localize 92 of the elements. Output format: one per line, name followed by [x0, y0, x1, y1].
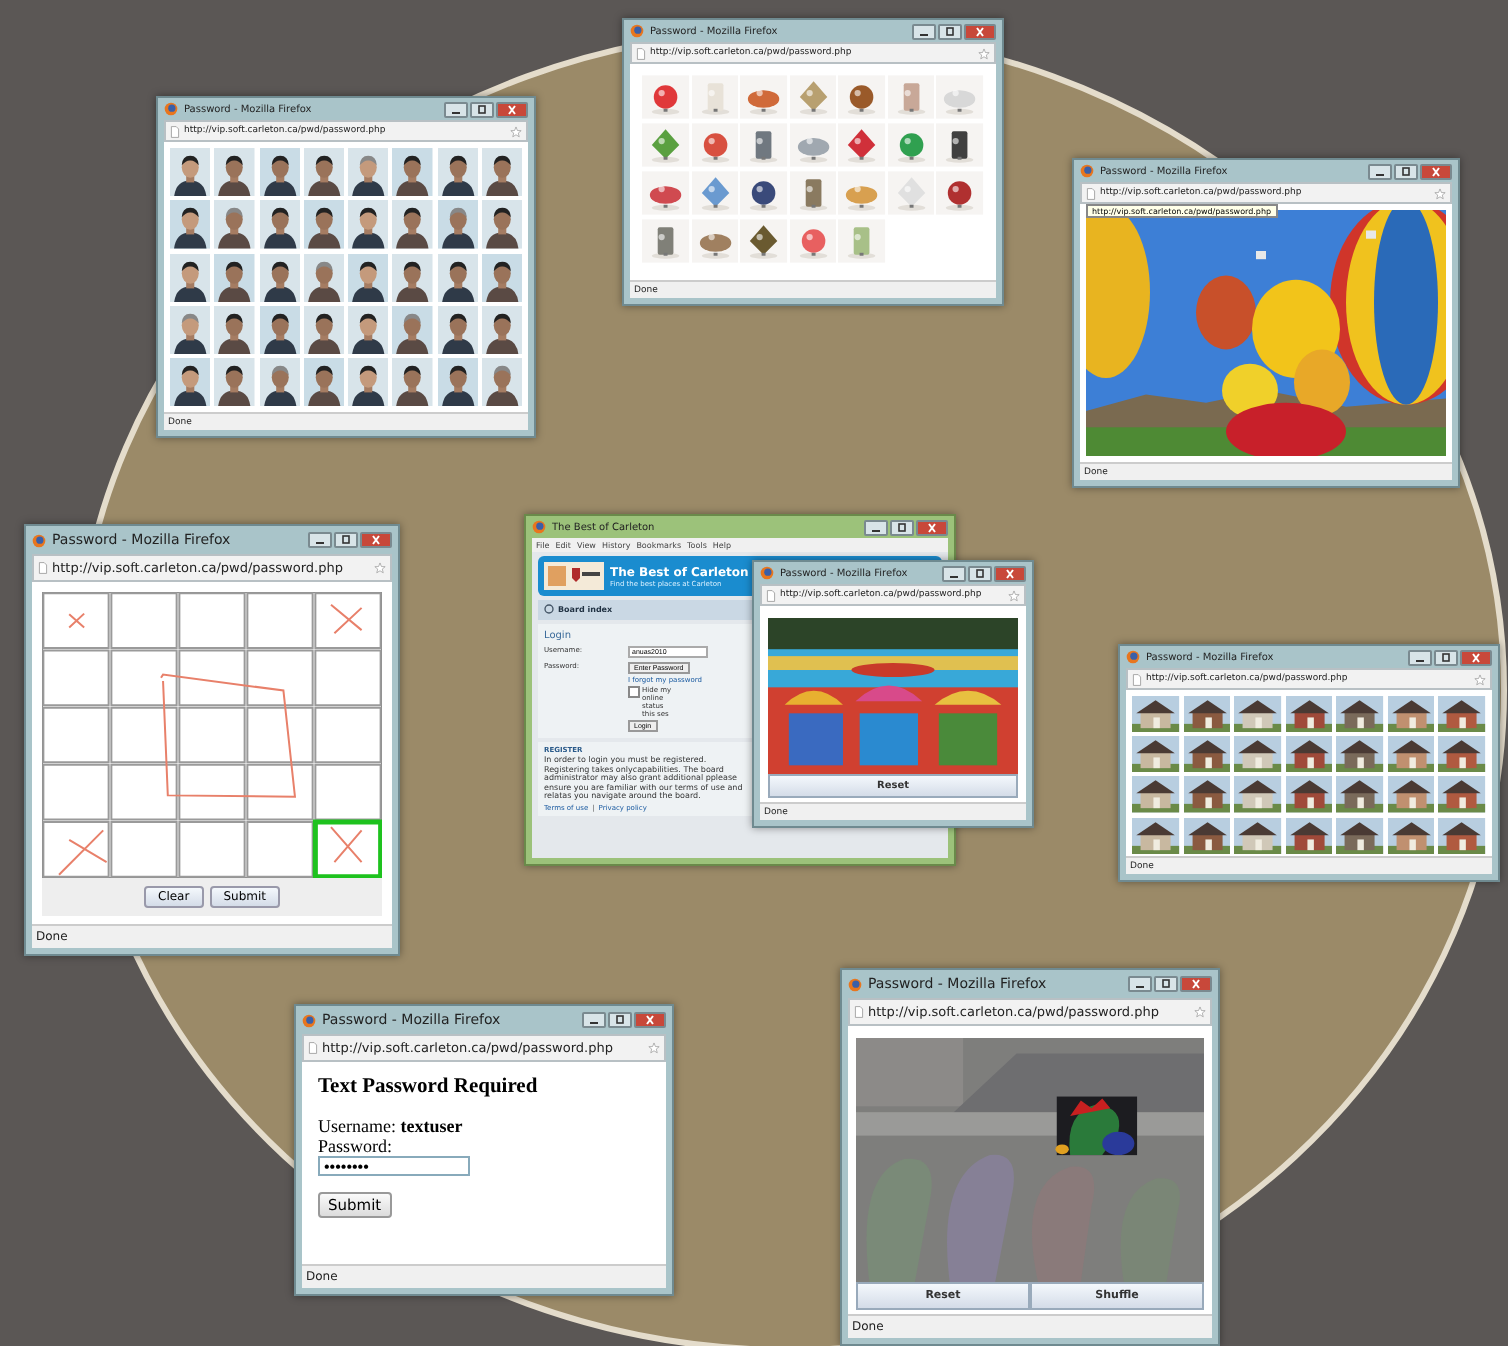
star-icon[interactable]: [1474, 673, 1486, 685]
star-icon[interactable]: [510, 125, 522, 137]
maximize-icon: [336, 534, 356, 546]
grid-cell[interactable]: [178, 649, 246, 707]
browser-icon: [532, 520, 546, 534]
browser-icon: [302, 1013, 316, 1027]
grid-cell[interactable]: [42, 592, 110, 649]
close-button[interactable]: [1420, 163, 1452, 179]
page-icon: [636, 47, 646, 59]
maximize-button[interactable]: [1394, 163, 1418, 179]
maximize-icon: [892, 521, 912, 533]
page-icon: [854, 1006, 864, 1018]
logo-icon: [544, 562, 604, 590]
grid-cell[interactable]: [42, 763, 110, 821]
browser-icon: [848, 977, 862, 991]
page-icon: [170, 125, 180, 137]
star-icon[interactable]: [1434, 187, 1446, 199]
home-icon: [544, 604, 554, 614]
minimize-button[interactable]: [1408, 649, 1432, 665]
page-icon: [1132, 673, 1142, 685]
browser-icon: [760, 566, 774, 580]
grid-cell[interactable]: [314, 592, 382, 649]
grid-cell[interactable]: [178, 763, 246, 821]
minimize-button[interactable]: [864, 519, 888, 535]
close-button[interactable]: [1460, 649, 1492, 665]
page-icon: [308, 1042, 318, 1054]
grid-cell[interactable]: [178, 821, 246, 878]
close-button[interactable]: [360, 532, 392, 548]
maximize-icon: [940, 25, 960, 37]
checkbox[interactable]: [628, 686, 640, 698]
close-button[interactable]: [1180, 976, 1212, 992]
grid-cell[interactable]: [110, 706, 178, 764]
maximize-button[interactable]: [890, 519, 914, 535]
maximize-icon: [472, 103, 492, 115]
maximize-button[interactable]: [938, 23, 962, 39]
star-icon[interactable]: [978, 47, 990, 59]
close-button[interactable]: [634, 1012, 666, 1028]
password-field[interactable]: ••••••••: [318, 1156, 470, 1176]
close-button[interactable]: [994, 565, 1026, 581]
grid-cell[interactable]: [110, 592, 178, 649]
grid-cell[interactable]: [42, 706, 110, 764]
password-label: Password:: [318, 1136, 393, 1156]
maximize-icon: [1156, 978, 1176, 990]
grid-cell[interactable]: [246, 706, 314, 764]
grid-cell[interactable]: [110, 763, 178, 821]
maximize-button[interactable]: [470, 101, 494, 117]
minimize-button[interactable]: [582, 1012, 606, 1028]
maximize-icon: [1436, 651, 1456, 663]
browser-icon: [164, 102, 178, 116]
page-heading: Text Password Required: [318, 1076, 538, 1098]
maximize-button[interactable]: [334, 532, 358, 548]
username-text: Username: textuser: [318, 1116, 463, 1136]
browser-icon: [1126, 650, 1140, 664]
star-icon[interactable]: [374, 562, 386, 574]
maximize-icon: [610, 1014, 630, 1026]
star-icon[interactable]: [1008, 589, 1020, 601]
page-icon: [1086, 187, 1096, 199]
page-icon: [38, 562, 48, 574]
grid-cell[interactable]: [246, 649, 314, 707]
grid-cell[interactable]: [110, 821, 178, 878]
grid-cell[interactable]: [314, 763, 382, 821]
maximize-button[interactable]: [968, 565, 992, 581]
grid-cell[interactable]: [246, 821, 314, 878]
grid-cell[interactable]: [178, 706, 246, 764]
grid-cell[interactable]: [246, 592, 314, 649]
maximize-icon: [970, 567, 990, 579]
maximize-icon: [1396, 165, 1416, 177]
page-icon: [766, 589, 776, 601]
grid-cell[interactable]: [110, 649, 178, 707]
browser-icon: [630, 24, 644, 38]
star-icon[interactable]: [1194, 1006, 1206, 1018]
grid-cell[interactable]: [314, 649, 382, 707]
maximize-button[interactable]: [1154, 976, 1178, 992]
grid-cell[interactable]: [42, 649, 110, 707]
minimize-button[interactable]: [444, 101, 468, 117]
minimize-button[interactable]: [1128, 976, 1152, 992]
maximize-button[interactable]: [1434, 649, 1458, 665]
grid-cell[interactable]: [178, 592, 246, 649]
minimize-button[interactable]: [1368, 163, 1392, 179]
grid-cell[interactable]: [314, 706, 382, 764]
close-button[interactable]: [964, 23, 996, 39]
close-button[interactable]: [916, 519, 948, 535]
browser-icon: [32, 533, 46, 547]
minimize-button[interactable]: [942, 565, 966, 581]
minimize-button[interactable]: [308, 532, 332, 548]
maximize-button[interactable]: [608, 1012, 632, 1028]
close-button[interactable]: [496, 101, 528, 117]
grid-cell[interactable]: [42, 821, 110, 878]
browser-icon: [1080, 164, 1094, 178]
star-icon[interactable]: [648, 1042, 660, 1054]
minimize-button[interactable]: [912, 23, 936, 39]
grid-cell[interactable]: [246, 763, 314, 821]
